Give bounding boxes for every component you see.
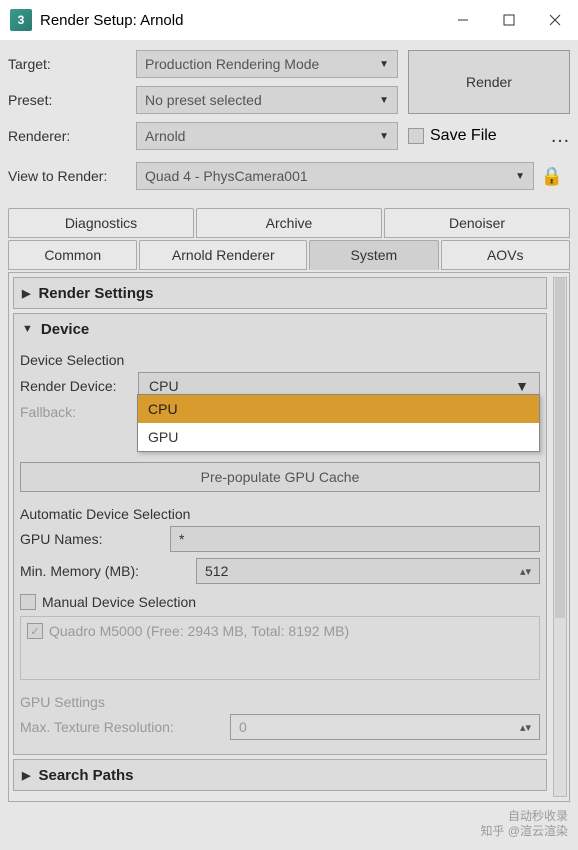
tab-aovs[interactable]: AOVs (441, 240, 570, 270)
section-search-paths: ▶ Search Paths (13, 759, 547, 791)
preset-select[interactable]: No preset selected ▼ (136, 86, 398, 114)
maximize-icon (503, 14, 515, 26)
gpu-names-input[interactable]: * (170, 526, 540, 552)
gpu-settings-label: GPU Settings (20, 694, 540, 710)
chevron-down-icon: ▼ (379, 95, 389, 106)
view-select[interactable]: Quad 4 - PhysCamera001 ▼ (136, 162, 534, 190)
content-area: Target: Production Rendering Mode ▼ Pres… (0, 40, 578, 850)
view-value: Quad 4 - PhysCamera001 (145, 168, 308, 184)
device-selection-label: Device Selection (20, 352, 540, 368)
minimize-icon (457, 14, 469, 26)
chevron-down-icon: ▼ (379, 131, 389, 142)
chevron-down-icon: ▼ (515, 171, 525, 182)
manual-device-selection-label: Manual Device Selection (42, 594, 196, 610)
tab-arnold-renderer[interactable]: Arnold Renderer (139, 240, 307, 270)
manual-device-selection-checkbox[interactable] (20, 594, 36, 610)
save-file-checkbox[interactable] (408, 128, 424, 144)
titlebar: 3 Render Setup: Arnold (0, 0, 578, 40)
render-button[interactable]: Render (408, 50, 570, 114)
renderer-select[interactable]: Arnold ▼ (136, 122, 398, 150)
device-item-checkbox: ✓ (27, 623, 43, 639)
chevron-right-icon: ▶ (22, 769, 30, 782)
save-file-browse-button[interactable]: … (550, 125, 570, 148)
automatic-device-selection-label: Automatic Device Selection (20, 506, 540, 522)
section-device: ▼ Device Device Selection Render Device:… (13, 313, 547, 755)
tab-archive[interactable]: Archive (196, 208, 382, 238)
tabs: Diagnostics Archive Denoiser Common Arno… (8, 208, 570, 270)
renderer-label: Renderer: (8, 128, 136, 144)
section-title: Search Paths (38, 767, 133, 784)
max-texture-value: 0 (239, 719, 247, 735)
view-label: View to Render: (8, 168, 136, 184)
chevron-down-icon: ▼ (22, 323, 33, 335)
minimize-button[interactable] (440, 0, 486, 40)
spinner-icon[interactable]: ▴▾ (520, 565, 531, 578)
close-button[interactable] (532, 0, 578, 40)
max-texture-input: 0 ▴▾ (230, 714, 540, 740)
chevron-right-icon: ▶ (22, 287, 30, 300)
render-device-dropdown: CPU GPU (137, 394, 540, 452)
save-file-label: Save File (430, 127, 497, 145)
prepopulate-gpu-cache-button[interactable]: Pre-populate GPU Cache (20, 462, 540, 492)
manual-device-item: ✓ Quadro M5000 (Free: 2943 MB, Total: 81… (27, 623, 533, 639)
render-device-label: Render Device: (20, 378, 138, 394)
section-title: Render Settings (38, 285, 153, 302)
window-title: Render Setup: Arnold (40, 12, 440, 29)
renderer-value: Arnold (145, 128, 185, 144)
max-texture-label: Max. Texture Resolution: (20, 719, 230, 735)
section-header-device[interactable]: ▼ Device (14, 314, 546, 344)
dropdown-option-gpu[interactable]: GPU (138, 423, 539, 451)
section-header-render-settings[interactable]: ▶ Render Settings (14, 278, 546, 308)
gpu-names-value: * (179, 531, 184, 547)
dropdown-option-cpu[interactable]: CPU (138, 395, 539, 423)
chevron-down-icon: ▼ (379, 59, 389, 70)
maximize-button[interactable] (486, 0, 532, 40)
tab-diagnostics[interactable]: Diagnostics (8, 208, 194, 238)
scrollbar-thumb[interactable] (555, 278, 565, 618)
tab-system[interactable]: System (309, 240, 438, 270)
section-header-search-paths[interactable]: ▶ Search Paths (14, 760, 546, 790)
gpu-names-label: GPU Names: (20, 531, 170, 547)
target-select[interactable]: Production Rendering Mode ▼ (136, 50, 398, 78)
scrollbar[interactable] (553, 277, 567, 797)
render-device-value: CPU (149, 378, 179, 394)
preset-value: No preset selected (145, 92, 262, 108)
manual-device-list: ✓ Quadro M5000 (Free: 2943 MB, Total: 81… (20, 616, 540, 680)
close-icon (549, 14, 561, 26)
fallback-label: Fallback: (20, 404, 138, 420)
device-item-label: Quadro M5000 (Free: 2943 MB, Total: 8192… (49, 623, 349, 639)
target-label: Target: (8, 56, 136, 72)
section-title: Device (41, 321, 89, 338)
min-memory-input[interactable]: 512 ▴▾ (196, 558, 540, 584)
tab-denoiser[interactable]: Denoiser (384, 208, 570, 238)
lock-icon[interactable]: 🔒 (541, 166, 563, 187)
preset-label: Preset: (8, 92, 136, 108)
app-icon: 3 (10, 9, 32, 31)
tab-common[interactable]: Common (8, 240, 137, 270)
section-render-settings: ▶ Render Settings (13, 277, 547, 309)
chevron-down-icon: ▼ (515, 378, 529, 394)
target-value: Production Rendering Mode (145, 56, 319, 72)
spinner-icon: ▴▾ (520, 721, 531, 734)
min-memory-label: Min. Memory (MB): (20, 563, 196, 579)
min-memory-value: 512 (205, 563, 228, 579)
panel-scroll: ▶ Render Settings ▼ Device Device Select… (8, 272, 570, 802)
